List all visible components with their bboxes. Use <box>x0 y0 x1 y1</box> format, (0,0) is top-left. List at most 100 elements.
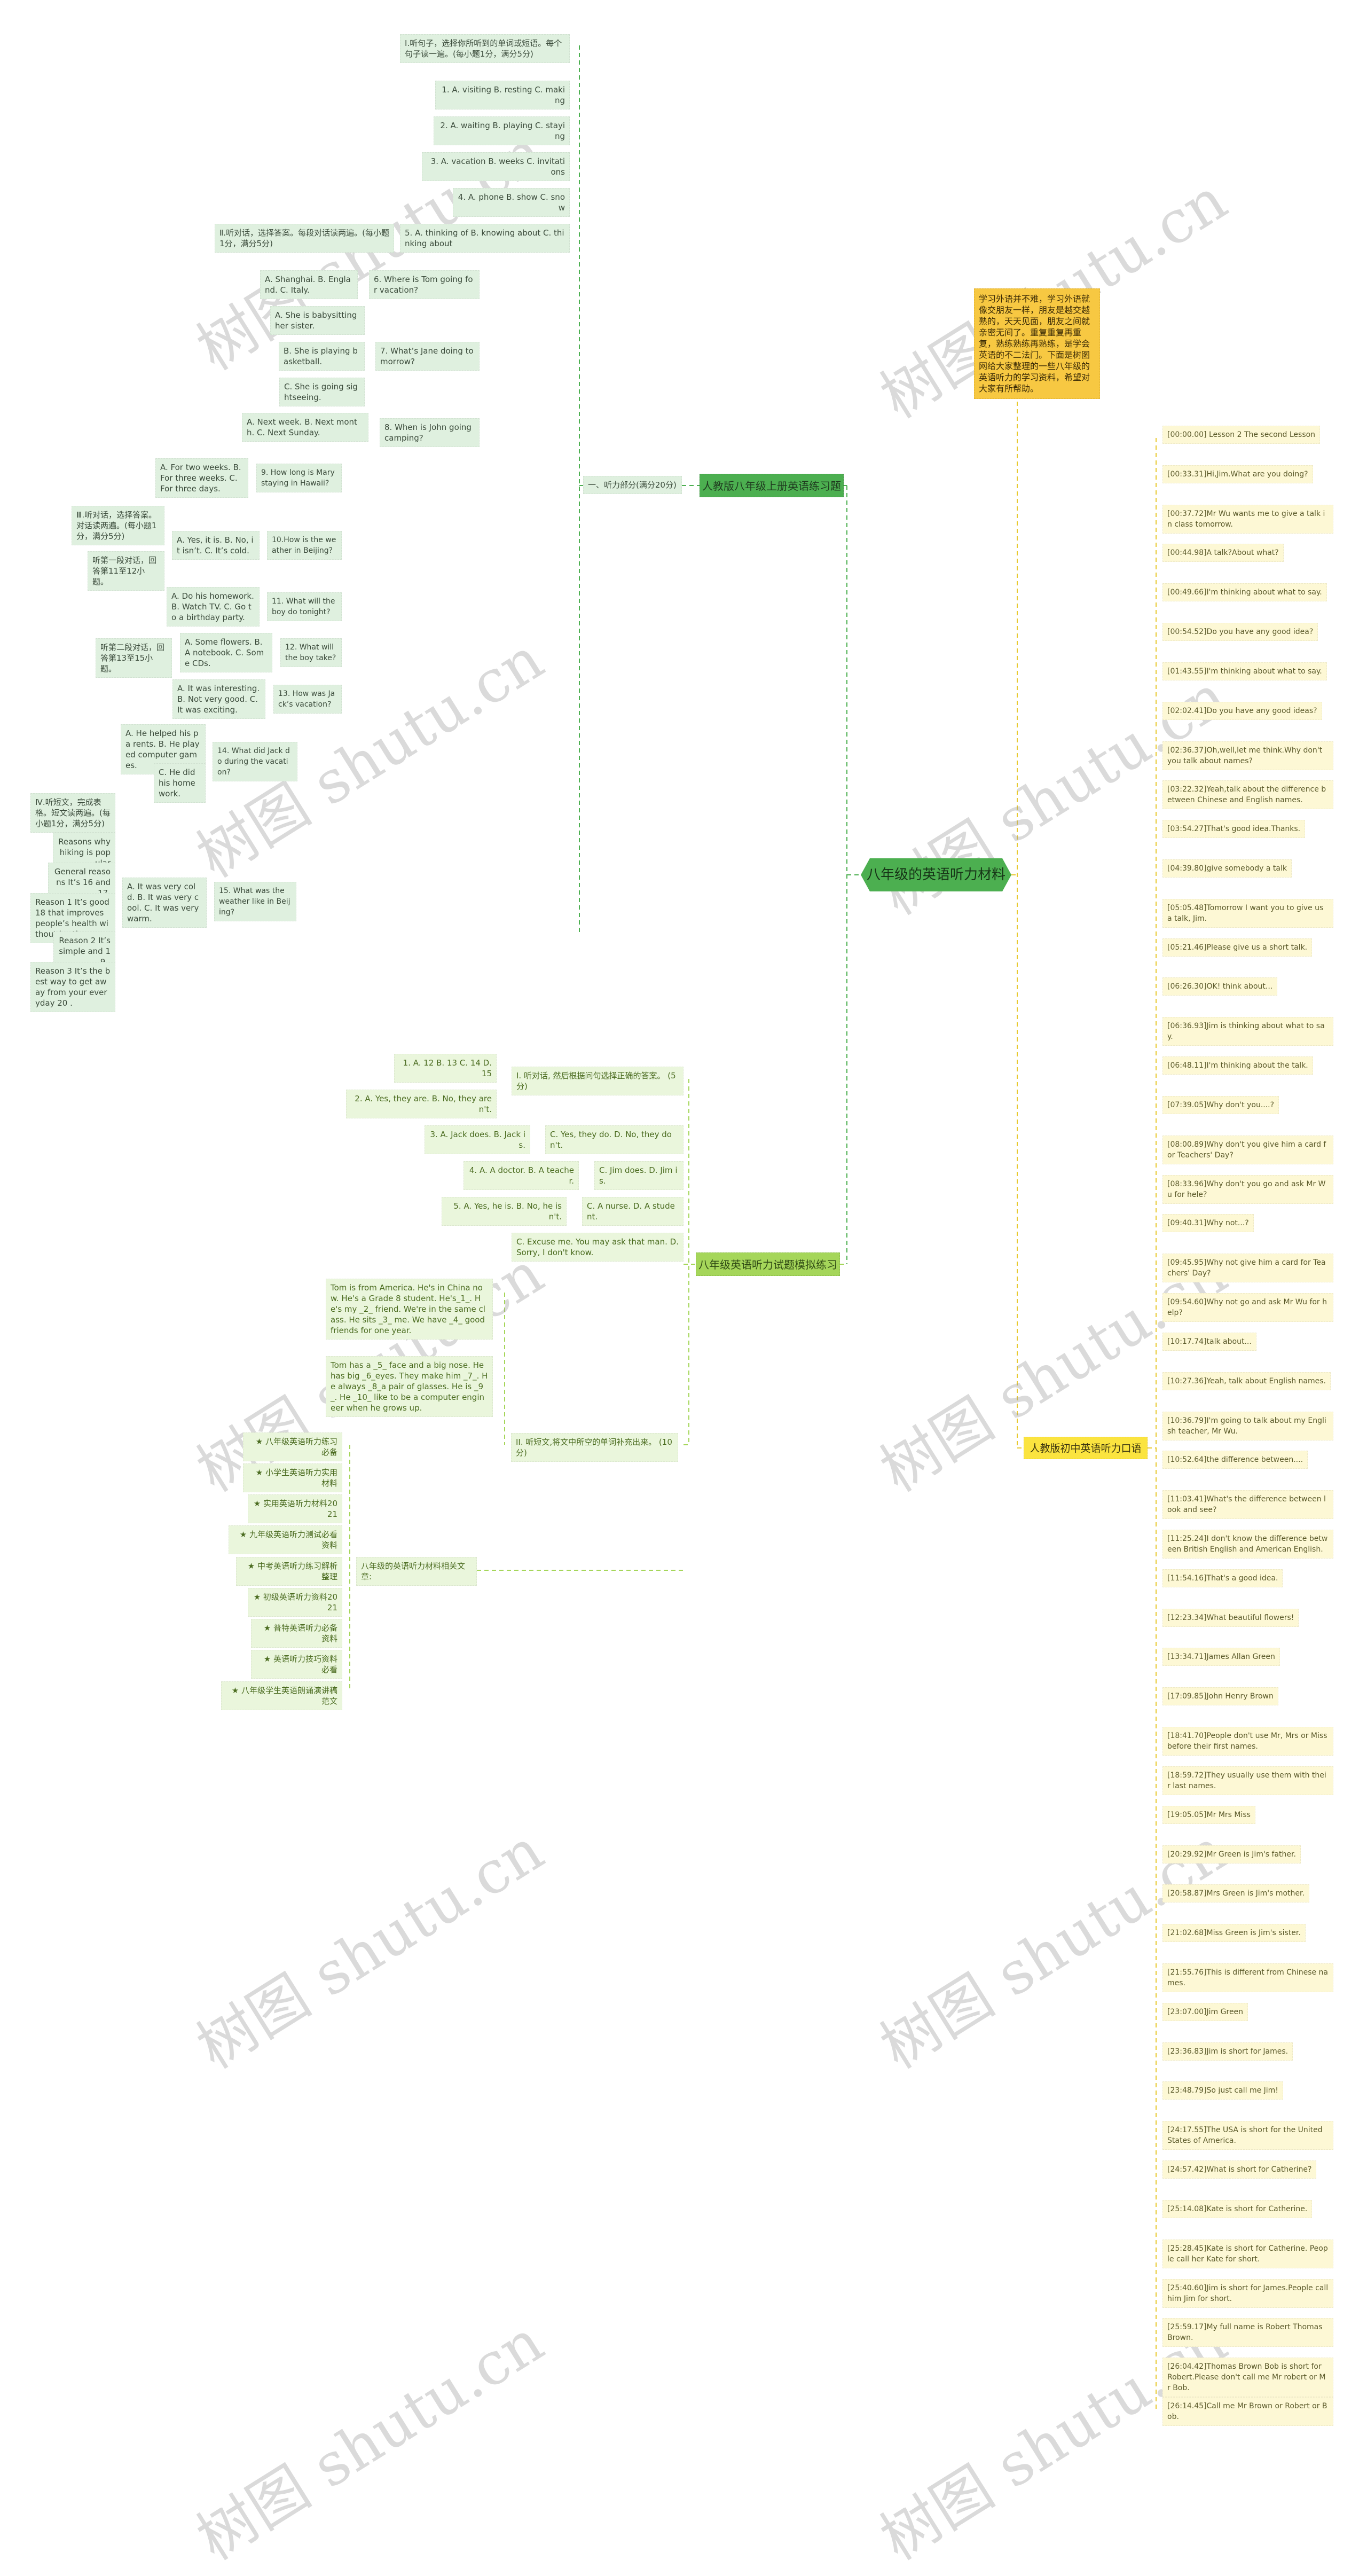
part3-sub2[interactable]: 听第二段对话，回答第13至15小题。 <box>96 638 172 678</box>
table-reason-3[interactable]: Reason 3 It’s the best way to get away f… <box>30 962 115 1012</box>
transcript-line[interactable]: [21:55.76]This is different from Chinese… <box>1162 1963 1333 1992</box>
question-7-option-c[interactable]: C. She is going sightseeing. <box>279 378 365 406</box>
transcript-line[interactable]: [07:39.05]Why don't you....? <box>1162 1096 1279 1114</box>
transcript-line[interactable]: [12:23.34]What beautiful flowers! <box>1162 1609 1299 1627</box>
question-12-options[interactable]: A. Some flowers. B. A notebook. C. Some … <box>180 633 272 672</box>
transcript-line[interactable]: [09:40.31]Why not...? <box>1162 1214 1254 1232</box>
transcript-line[interactable]: [01:43.55]I'm thinking about what to say… <box>1162 662 1327 680</box>
transcript-line[interactable]: [09:45.95]Why not give him a card for Te… <box>1162 1254 1333 1282</box>
question-10[interactable]: 10.How is the weather in Beijing? <box>267 531 342 560</box>
transcript-line[interactable]: [25:14.08]Kate is short for Catherine. <box>1162 2200 1313 2218</box>
transcript-line[interactable]: [02:36.37]Oh,well,let me think.Why don't… <box>1162 741 1333 770</box>
transcript-line[interactable]: [23:36.83]Jim is short for James. <box>1162 2042 1293 2061</box>
transcript-line[interactable]: [05:21.46]Please give us a short talk. <box>1162 938 1313 957</box>
transcript-line[interactable]: [20:29.92]Mr Green is Jim's father. <box>1162 1845 1301 1864</box>
branch-junior-listening-speaking[interactable]: 人教版初中英语听力口语 <box>1024 1437 1148 1459</box>
question-4[interactable]: 4. A. phone B. show C. snow <box>453 188 570 217</box>
part4-header[interactable]: Ⅳ.听短文，完成表格。短文读两遍。(每小题1分，满分5分) <box>30 793 115 833</box>
question-8-options[interactable]: A. Next week. B. Next month. C. Next Sun… <box>242 413 368 442</box>
related-article-link[interactable]: ★ 英语听力技巧资料必看 <box>251 1650 342 1679</box>
transcript-line[interactable]: [13:34.71]James Allan Green <box>1162 1648 1280 1666</box>
transcript-line[interactable]: [25:40.60]Jim is short for James.People … <box>1162 2279 1333 2308</box>
b2-question-4-cd[interactable]: C. Jim does. D. Jim is. <box>594 1161 684 1190</box>
part2-header[interactable]: Ⅱ.听对话，选择答案。每段对话读两遍。(每小题1分，满分5分) <box>215 224 394 253</box>
question-12[interactable]: 12. What will the boy take? <box>280 638 342 667</box>
transcript-line[interactable]: [25:59.17]My full name is Robert Thomas … <box>1162 2318 1333 2347</box>
transcript-line[interactable]: [24:57.42]What is short for Catherine? <box>1162 2160 1317 2179</box>
transcript-line[interactable]: [00:00.00] Lesson 2 The second Lesson <box>1162 426 1321 444</box>
question-6-options[interactable]: A. Shanghai. B. England. C. Italy. <box>260 270 358 299</box>
question-7[interactable]: 7. What’s Jane doing tomorrow? <box>375 342 480 371</box>
transcript-line[interactable]: [00:44.98]A talk?About what? <box>1162 544 1284 562</box>
transcript-line[interactable]: [11:54.16]That's a good idea. <box>1162 1569 1283 1587</box>
question-15[interactable]: 15. What was the weather like in Beijing… <box>214 882 296 921</box>
transcript-line[interactable]: [03:22.32]Yeah,talk about the difference… <box>1162 780 1333 809</box>
question-1[interactable]: 1. A. visiting B. resting C. making <box>435 81 570 109</box>
transcript-line[interactable]: [21:02.68]Miss Green is Jim's sister. <box>1162 1924 1306 1942</box>
question-7-option-b[interactable]: B. She is playing basketball. <box>279 342 365 371</box>
related-article-link[interactable]: ★ 小学生英语听力实用材料 <box>243 1463 342 1492</box>
transcript-line[interactable]: [06:36.93]Jim is thinking about what to … <box>1162 1017 1333 1046</box>
intro-note[interactable]: 学习外语并不难，学习外语就像交朋友一样，朋友是越交越熟的，天天见面，朋友之间就亲… <box>974 288 1100 399</box>
b2-question-3-ab[interactable]: 3. A. Jack does. B. Jack is. <box>425 1125 530 1154</box>
part1-header[interactable]: Ⅰ.听句子，选择你所听到的单词或短语。每个句子读一遍。(每小题1分，满分5分) <box>400 34 570 63</box>
transcript-line[interactable]: [26:14.45]Call me Mr Brown or Robert or … <box>1162 2397 1333 2426</box>
question-13-options[interactable]: A. It was interesting. B. Not very good.… <box>172 679 265 719</box>
transcript-line[interactable]: [11:03.41]What's the difference between … <box>1162 1490 1333 1519</box>
transcript-line[interactable]: [04:39.80]give somebody a talk <box>1162 859 1292 878</box>
question-9[interactable]: 9. How long is Mary staying in Hawaii? <box>256 464 342 492</box>
question-14[interactable]: 14. What did Jack do during the vacation… <box>213 742 297 781</box>
b2-extra-options[interactable]: C. Excuse me. You may ask that man. D. S… <box>512 1233 684 1262</box>
question-9-options[interactable]: A. For two weeks. B. For three weeks. C.… <box>155 458 248 498</box>
transcript-line[interactable]: [18:59.72]They usually use them with the… <box>1162 1766 1333 1795</box>
transcript-line[interactable]: [05:05.48]Tomorrow I want you to give us… <box>1162 899 1333 928</box>
branch-textbook-exercises[interactable]: 人教版八年级上册英语练习题 <box>700 474 844 497</box>
related-article-link[interactable]: ★ 八年级学生英语朗诵演讲稿范文 <box>221 1681 342 1710</box>
branch-mock-listening-test[interactable]: 八年级英语听力试题模拟练习 <box>696 1252 840 1276</box>
transcript-line[interactable]: [06:26.30]OK! think about... <box>1162 977 1278 996</box>
transcript-line[interactable]: [02:02.41]Do you have any good ideas? <box>1162 702 1322 720</box>
question-10-options[interactable]: A. Yes, it is. B. No, it isn’t. C. It’s … <box>172 531 260 560</box>
b2-passage-1[interactable]: Tom is from America. He's in China now. … <box>326 1279 493 1340</box>
transcript-line[interactable]: [10:17.74]talk about... <box>1162 1333 1256 1351</box>
question-11-options[interactable]: A. Do his homework. B. Watch TV. C. Go t… <box>167 587 260 627</box>
transcript-line[interactable]: [11:25.24]I don't know the difference be… <box>1162 1530 1333 1559</box>
transcript-line[interactable]: [10:52.64]the difference between.... <box>1162 1451 1308 1469</box>
b2-question-1[interactable]: 1. A. 12 B. 13 C. 14 D. 15 <box>394 1054 497 1083</box>
part3-header[interactable]: Ⅲ.听对话，选择答案。对话读两遍。(每小题1分，满分5分) <box>72 506 164 545</box>
b2-question-2[interactable]: 2. A. Yes, they are. B. No, they aren't. <box>346 1090 497 1118</box>
transcript-line[interactable]: [23:48.79]So just call me Jim! <box>1162 2081 1283 2100</box>
b2-question-5-cd[interactable]: C. A nurse. D. A student. <box>582 1197 684 1226</box>
question-2[interactable]: 2. A. waiting B. playing C. staying <box>434 116 570 145</box>
question-11[interactable]: 11. What will the boy do tonight? <box>267 592 342 621</box>
related-article-link[interactable]: ★ 实用英语听力材料2021 <box>248 1494 342 1523</box>
question-13[interactable]: 13. How was Jack’s vacation? <box>273 685 342 714</box>
b2-passage-2[interactable]: Tom has a _5_ face and a big nose. He ha… <box>326 1356 493 1417</box>
transcript-line[interactable]: [24:17.55]The USA is short for the Unite… <box>1162 2121 1333 2150</box>
b2-question-3-cd[interactable]: C. Yes, they do. D. No, they don't. <box>545 1125 684 1154</box>
part3-sub1[interactable]: 听第一段对话，回答第11至12小题。 <box>88 551 164 591</box>
transcript-line[interactable]: [25:28.45]Kate is short for Catherine. P… <box>1162 2240 1333 2268</box>
b2-part2-header[interactable]: II. 听短文,将文中所空的单词补充出来。 (10分) <box>511 1433 678 1462</box>
transcript-line[interactable]: [08:00.89]Why don't you give him a card … <box>1162 1136 1333 1164</box>
root-topic[interactable]: 八年级的英语听力材料 <box>861 858 1011 891</box>
b2-part1-header[interactable]: I. 听对话, 然后根据问句选择正确的答案。 (5分) <box>512 1067 684 1095</box>
section-listening[interactable]: 一、听力部分(满分20分) <box>583 476 682 494</box>
question-5[interactable]: 5. A. thinking of B. knowing about C. th… <box>400 224 570 253</box>
transcript-line[interactable]: [00:33.31]Hi,Jim.What are you doing? <box>1162 465 1313 483</box>
transcript-line[interactable]: [19:05.05]Mr Mrs Miss <box>1162 1806 1255 1824</box>
transcript-line[interactable]: [00:54.52]Do you have any good idea? <box>1162 623 1318 641</box>
transcript-line[interactable]: [17:09.85]John Henry Brown <box>1162 1687 1278 1705</box>
transcript-line[interactable]: [06:48.11]I'm thinking about the talk. <box>1162 1056 1313 1075</box>
transcript-line[interactable]: [10:27.36]Yeah, talk about English names… <box>1162 1372 1331 1390</box>
transcript-line[interactable]: [18:41.70]People don't use Mr, Mrs or Mi… <box>1162 1727 1333 1756</box>
question-15-options[interactable]: A. It was very cold. B. It was very cool… <box>122 878 207 928</box>
b2-question-5-ab[interactable]: 5. A. Yes, he is. B. No, he isn't. <box>442 1197 567 1226</box>
related-article-link[interactable]: ★ 普特英语听力必备资料 <box>251 1619 342 1648</box>
related-article-link[interactable]: ★ 中考英语听力练习解析整理 <box>236 1557 342 1586</box>
b2-question-4-ab[interactable]: 4. A. A doctor. B. A teacher. <box>463 1161 579 1190</box>
transcript-line[interactable]: [23:07.00]Jim Green <box>1162 2003 1248 2021</box>
related-article-link[interactable]: ★ 八年级英语听力练习必备 <box>243 1432 342 1461</box>
question-7-option-a[interactable]: A. She is babysitting her sister. <box>270 306 365 335</box>
transcript-line[interactable]: [00:37.72]Mr Wu wants me to give a talk … <box>1162 505 1333 534</box>
